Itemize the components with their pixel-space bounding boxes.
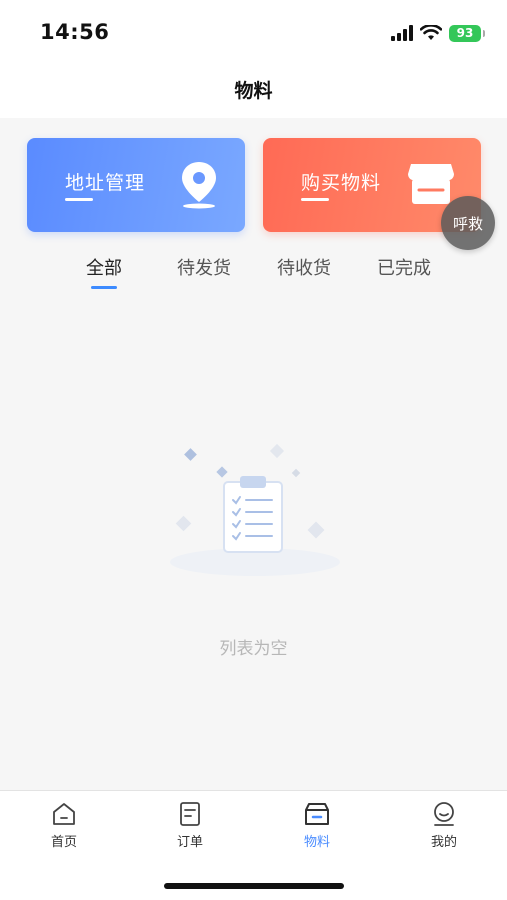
tab-pending-receipt[interactable]: 待收货 bbox=[259, 254, 349, 280]
tabbar-item-orders[interactable]: 订单 bbox=[160, 801, 220, 850]
tabbar-label-profile: 我的 bbox=[430, 835, 457, 850]
help-float-button[interactable]: 呼救 bbox=[441, 196, 495, 250]
signal-icon bbox=[391, 25, 413, 41]
material-icon bbox=[305, 803, 329, 825]
empty-clipboard-illustration bbox=[170, 443, 340, 576]
buy-card-label: 购买物料 bbox=[301, 172, 382, 194]
address-card-underline bbox=[65, 198, 93, 201]
tab-completed[interactable]: 已完成 bbox=[359, 254, 449, 280]
active-tab-indicator bbox=[91, 286, 117, 289]
order-status-tabs: 全部 待发货 待收货 已完成 bbox=[0, 248, 507, 298]
help-float-label: 呼救 bbox=[452, 214, 483, 233]
order-icon bbox=[180, 802, 200, 826]
tabbar-label-material: 物料 bbox=[303, 835, 330, 850]
tabbar-item-material[interactable]: 物料 bbox=[287, 801, 347, 850]
profile-icon bbox=[434, 802, 454, 826]
home-icon bbox=[53, 803, 75, 825]
location-pin-icon bbox=[182, 162, 216, 209]
address-management-card[interactable]: 地址管理 bbox=[27, 138, 245, 232]
tabbar-item-profile[interactable]: 我的 bbox=[414, 801, 474, 850]
battery-icon: 93 bbox=[449, 24, 485, 42]
store-icon bbox=[408, 164, 454, 204]
tabbar-item-home[interactable]: 首页 bbox=[34, 801, 94, 850]
system-icons: 93 bbox=[391, 22, 485, 44]
home-indicator bbox=[164, 883, 344, 889]
wifi-icon bbox=[420, 25, 442, 40]
tabbar-label-orders: 订单 bbox=[176, 835, 203, 850]
battery-level: 93 bbox=[456, 26, 474, 40]
page-title: 物料 bbox=[234, 79, 273, 102]
status-time: 14:56 bbox=[40, 20, 110, 44]
tabbar-label-home: 首页 bbox=[50, 835, 77, 850]
buy-card-underline bbox=[301, 198, 329, 201]
tab-all[interactable]: 全部 bbox=[59, 254, 149, 280]
tab-pending-shipment[interactable]: 待发货 bbox=[159, 254, 249, 280]
nav-bar: 物料 bbox=[0, 60, 507, 118]
address-card-label: 地址管理 bbox=[65, 172, 146, 194]
status-bar: 14:56 93 bbox=[0, 0, 507, 60]
empty-state-text: 列表为空 bbox=[219, 639, 288, 659]
